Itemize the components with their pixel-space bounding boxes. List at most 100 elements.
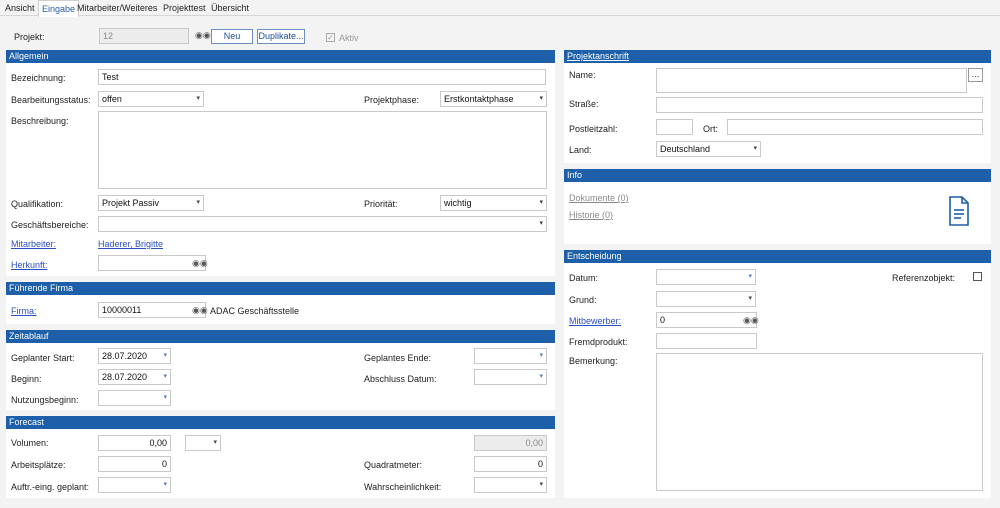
fuehrende-firma-header: Führende Firma bbox=[6, 282, 555, 295]
tab-projekttest[interactable]: Projekttest bbox=[163, 0, 206, 16]
chevron-down-icon: ▾ bbox=[163, 481, 167, 488]
prioritaet-value: wichtig bbox=[444, 198, 472, 208]
chevron-down-icon: ▾ bbox=[213, 439, 217, 446]
qualifikation-value: Projekt Passiv bbox=[102, 198, 160, 208]
name-input[interactable] bbox=[656, 68, 967, 93]
herkunft-link[interactable]: Herkunft: bbox=[11, 260, 48, 270]
bezeichnung-input[interactable]: Test bbox=[98, 69, 546, 85]
tab-mitarbeiter-weiteres[interactable]: Mitarbeiter/Weiteres bbox=[77, 0, 157, 16]
firma-input[interactable]: 10000011 bbox=[98, 302, 206, 318]
plz-input[interactable] bbox=[656, 119, 693, 135]
projektanschrift-header: Projektanschrift bbox=[564, 50, 991, 63]
projektphase-select[interactable]: Erstkontaktphase ▾ bbox=[440, 91, 547, 107]
name-lookup-button[interactable]: ... bbox=[968, 68, 983, 82]
fremdprodukt-input[interactable] bbox=[656, 333, 757, 349]
geplantes-ende-date[interactable]: ▾ bbox=[474, 348, 547, 364]
land-value: Deutschland bbox=[660, 144, 711, 154]
beginn-value: 28.07.2020 bbox=[102, 372, 148, 382]
chevron-down-icon: ▾ bbox=[163, 352, 167, 359]
plz-label: Postleitzahl: bbox=[569, 124, 618, 134]
land-label: Land: bbox=[569, 145, 592, 155]
auftr-date[interactable]: ▾ bbox=[98, 477, 171, 493]
projekt-field[interactable]: 12 bbox=[99, 28, 189, 44]
document-icon[interactable] bbox=[948, 196, 970, 226]
mitarbeiter-link[interactable]: Mitarbeiter: bbox=[11, 239, 56, 249]
qualifikation-select[interactable]: Projekt Passiv ▾ bbox=[98, 195, 204, 211]
geschaeftsbereiche-label: Geschäftsbereiche: bbox=[11, 220, 89, 230]
duplikate-button[interactable]: Duplikate... bbox=[257, 29, 305, 44]
tab-eingabe[interactable]: Eingabe bbox=[38, 0, 80, 17]
volumen-currency-select[interactable]: ▾ bbox=[185, 435, 221, 451]
tab-uebersicht[interactable]: Übersicht bbox=[211, 0, 249, 16]
historie-link[interactable]: Historie (0) bbox=[569, 210, 613, 220]
chevron-down-icon: ▾ bbox=[539, 220, 543, 227]
firma-link[interactable]: Firma: bbox=[11, 306, 37, 316]
chevron-down-icon: ▾ bbox=[539, 481, 543, 488]
bezeichnung-label: Bezeichnung: bbox=[11, 73, 66, 83]
chevron-down-icon: ▾ bbox=[196, 95, 200, 102]
chevron-down-icon: ▾ bbox=[163, 373, 167, 380]
chevron-down-icon: ▾ bbox=[748, 273, 752, 280]
geplanter-start-label: Geplanter Start: bbox=[11, 353, 75, 363]
forecast-header: Forecast bbox=[6, 416, 555, 429]
abschluss-date[interactable]: ▾ bbox=[474, 369, 547, 385]
prioritaet-label: Priorität: bbox=[364, 199, 398, 209]
bemerkung-textarea[interactable] bbox=[656, 353, 983, 491]
binoculars-icon[interactable]: ◉◉ bbox=[192, 258, 208, 269]
quadratmeter-label: Quadratmeter: bbox=[364, 460, 423, 470]
chevron-down-icon: ▾ bbox=[539, 352, 543, 359]
wahrscheinlichkeit-select[interactable]: ▾ bbox=[474, 477, 547, 493]
bearbeitungsstatus-select[interactable]: offen ▾ bbox=[98, 91, 204, 107]
volumen-input[interactable]: 0,00 bbox=[98, 435, 171, 451]
chevron-down-icon: ▾ bbox=[539, 373, 543, 380]
strasse-input[interactable] bbox=[656, 97, 983, 113]
name-label: Name: bbox=[569, 70, 596, 80]
fremdprodukt-label: Fremdprodukt: bbox=[569, 337, 628, 347]
nutzungsbeginn-date[interactable]: ▾ bbox=[98, 390, 171, 406]
herkunft-input[interactable] bbox=[98, 255, 206, 271]
qualifikation-label: Qualifikation: bbox=[11, 199, 64, 209]
ort-label: Ort: bbox=[703, 124, 718, 134]
binoculars-icon[interactable]: ◉◉ bbox=[195, 30, 211, 41]
wahrscheinlichkeit-label: Wahrscheinlichkeit: bbox=[364, 482, 442, 492]
geschaeftsbereiche-select[interactable]: ▾ bbox=[98, 216, 547, 232]
prioritaet-select[interactable]: wichtig ▾ bbox=[440, 195, 547, 211]
mitbewerber-input[interactable]: 0 bbox=[656, 312, 757, 328]
binoculars-icon[interactable]: ◉◉ bbox=[192, 305, 208, 316]
tab-ansicht[interactable]: Ansicht bbox=[5, 0, 35, 16]
nutzungsbeginn-label: Nutzungsbeginn: bbox=[11, 395, 79, 405]
mitbewerber-link[interactable]: Mitbewerber: bbox=[569, 316, 621, 326]
binoculars-icon[interactable]: ◉◉ bbox=[743, 315, 759, 326]
aktiv-checkbox[interactable]: ✓ bbox=[326, 33, 335, 42]
datum-label: Datum: bbox=[569, 273, 599, 283]
abschluss-label: Abschluss Datum: bbox=[364, 374, 437, 384]
volumen-label: Volumen: bbox=[11, 438, 49, 448]
chevron-down-icon: ▾ bbox=[539, 95, 543, 102]
dokumente-link[interactable]: Dokumente (0) bbox=[569, 193, 629, 203]
beginn-label: Beginn: bbox=[11, 374, 42, 384]
chevron-down-icon: ▾ bbox=[539, 199, 543, 206]
zeitablauf-header: Zeitablauf bbox=[6, 330, 555, 343]
chevron-down-icon: ▾ bbox=[753, 145, 757, 152]
projektanschrift-link[interactable]: Projektanschrift bbox=[567, 51, 629, 61]
projektphase-value: Erstkontaktphase bbox=[444, 94, 514, 104]
referenzobjekt-checkbox[interactable] bbox=[973, 272, 982, 281]
grund-select[interactable]: ▾ bbox=[656, 291, 756, 307]
allgemein-header: Allgemein bbox=[6, 50, 555, 63]
grund-label: Grund: bbox=[569, 295, 597, 305]
strasse-label: Straße: bbox=[569, 99, 599, 109]
auftr-label: Auftr.-eing. geplant: bbox=[11, 482, 90, 492]
beschreibung-label: Beschreibung: bbox=[11, 116, 69, 126]
datum-date[interactable]: ▾ bbox=[656, 269, 756, 285]
geplanter-start-date[interactable]: 28.07.2020 ▾ bbox=[98, 348, 171, 364]
beschreibung-textarea[interactable] bbox=[98, 111, 547, 189]
quadratmeter-input[interactable]: 0 bbox=[474, 456, 547, 472]
neu-button[interactable]: Neu bbox=[211, 29, 253, 44]
geplanter-start-value: 28.07.2020 bbox=[102, 351, 148, 361]
land-select[interactable]: Deutschland ▾ bbox=[656, 141, 761, 157]
projektphase-label: Projektphase: bbox=[364, 95, 420, 105]
beginn-date[interactable]: 28.07.2020 ▾ bbox=[98, 369, 171, 385]
ort-input[interactable] bbox=[727, 119, 983, 135]
arbeitsplaetze-input[interactable]: 0 bbox=[98, 456, 171, 472]
mitarbeiter-value-link[interactable]: Haderer, Brigitte bbox=[98, 239, 163, 249]
